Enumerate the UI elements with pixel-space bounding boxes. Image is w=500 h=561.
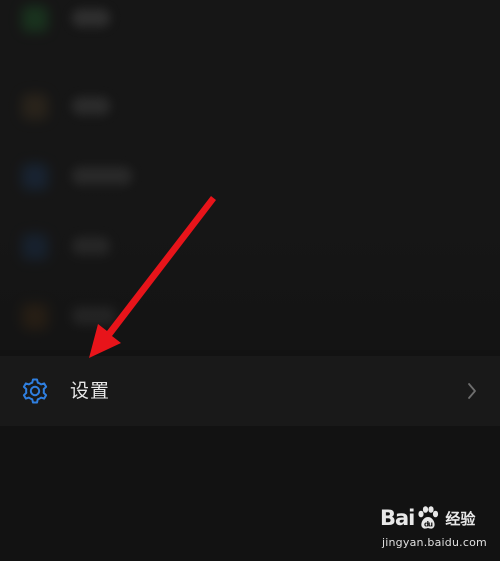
- svg-text:du: du: [424, 521, 433, 529]
- watermark-brand-left: Bai: [380, 506, 415, 530]
- settings-label: 设置: [70, 380, 111, 402]
- watermark-brand: Bai du 经验: [380, 503, 475, 533]
- watermark-url: jingyan.baidu.com: [382, 536, 487, 549]
- blurred-menu-list: [0, 0, 500, 350]
- watermark-product: 经验: [445, 509, 476, 528]
- app-screen: 设置 Bai du 经验 jingyan.baidu.com: [0, 0, 500, 561]
- gear-icon: [22, 378, 48, 404]
- settings-menu-item[interactable]: 设置: [0, 356, 500, 426]
- baidu-jingyan-watermark: Bai du 经验 jingyan.baidu.com: [380, 503, 495, 555]
- baidu-paw-icon: du: [418, 506, 439, 529]
- chevron-right-icon: [468, 383, 476, 399]
- blur-overlay: [0, 0, 500, 350]
